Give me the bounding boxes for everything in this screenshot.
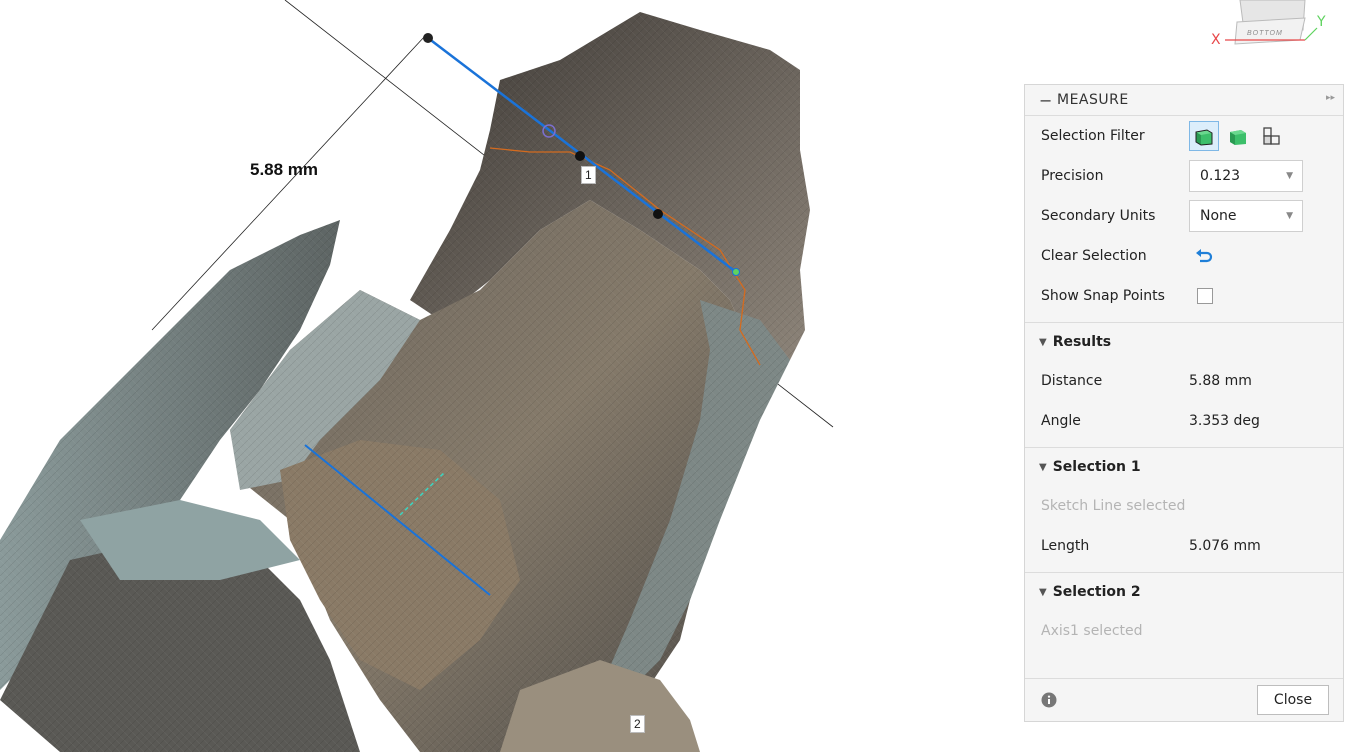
expand-triangle-icon: ▼ [1039,461,1047,473]
angle-value: 3.353 deg [1189,413,1260,429]
show-snap-points-checkbox[interactable] [1197,288,1213,304]
show-snap-points-label: Show Snap Points [1041,288,1165,304]
measure-point [653,209,663,219]
precision-dropdown[interactable]: 0.123 ▼ [1189,160,1303,192]
measure-panel: − MEASURE ▸▸ Selection Filter Precision … [1024,84,1344,722]
selection-filter-label: Selection Filter [1041,128,1145,144]
expand-triangle-icon: ▼ [1039,336,1047,348]
selection2-description-row: Axis1 selected [1025,611,1343,651]
secondary-units-dropdown[interactable]: None ▼ [1189,200,1303,232]
precision-value: 0.123 [1200,168,1241,184]
panel-header[interactable]: − MEASURE ▸▸ [1025,85,1343,116]
selection2-description: Axis1 selected [1041,623,1143,639]
precision-label: Precision [1041,168,1104,184]
body-filter-button[interactable] [1189,121,1219,151]
face-filter-icon [1230,130,1246,145]
undo-icon[interactable] [1193,247,1213,265]
component-filter-button[interactable] [1257,121,1287,151]
snap-points-row: Show Snap Points [1025,276,1343,316]
distance-value: 5.88 mm [1189,373,1252,389]
length-value: 5.076 mm [1189,538,1261,554]
selection2-section-header[interactable]: ▼ Selection 2 [1025,573,1343,611]
results-section-header[interactable]: ▼ Results [1025,323,1343,361]
selection1-section-header[interactable]: ▼ Selection 1 [1025,448,1343,486]
clear-selection-label: Clear Selection [1041,248,1147,264]
expand-triangle-icon: ▼ [1039,586,1047,598]
view-cube-face[interactable]: BOTTOM [1247,30,1283,37]
length-label: Length [1041,538,1090,554]
measure-endpoint [423,33,433,43]
selection2-title: Selection 2 [1052,584,1141,600]
axis-y-label: Y [1317,14,1326,30]
close-button[interactable]: Close [1257,685,1329,715]
secondary-units-label: Secondary Units [1041,208,1156,224]
selection-filter-row: Selection Filter [1025,116,1343,156]
precision-row: Precision 0.123 ▼ [1025,156,1343,196]
body-filter-icon [1195,129,1213,146]
point-label-2: 2 [630,715,645,733]
selection1-title: Selection 1 [1052,459,1141,475]
angle-label: Angle [1041,413,1081,429]
selection1-description-row: Sketch Line selected [1025,486,1343,526]
view-cube[interactable]: BOTTOM X Y [1205,0,1345,60]
secondary-units-value: None [1200,208,1237,224]
selection1-description: Sketch Line selected [1041,498,1186,514]
point-label-1: 1 [581,166,596,184]
distance-row: Distance 5.88 mm [1025,361,1343,401]
panel-footer: Close [1025,678,1343,721]
component-filter-icon [1263,127,1280,145]
axis-x-label: X [1211,32,1221,48]
measure-point [575,151,585,161]
measure-endpoint [732,268,740,276]
dimension-label: 5.88 mm [250,160,319,179]
collapse-panel-icon[interactable]: − [1039,91,1057,110]
expand-panel-icon[interactable]: ▸▸ [1326,93,1335,103]
panel-title: MEASURE [1057,92,1129,108]
length-row: Length 5.076 mm [1025,526,1343,566]
distance-label: Distance [1041,373,1103,389]
clear-selection-row: Clear Selection [1025,236,1343,276]
angle-row: Angle 3.353 deg [1025,401,1343,441]
results-title: Results [1052,334,1112,350]
info-icon[interactable] [1041,692,1057,708]
dropdown-arrow-icon: ▼ [1286,171,1293,181]
dropdown-arrow-icon: ▼ [1286,211,1293,221]
face-filter-button[interactable] [1223,121,1253,151]
secondary-units-row: Secondary Units None ▼ [1025,196,1343,236]
